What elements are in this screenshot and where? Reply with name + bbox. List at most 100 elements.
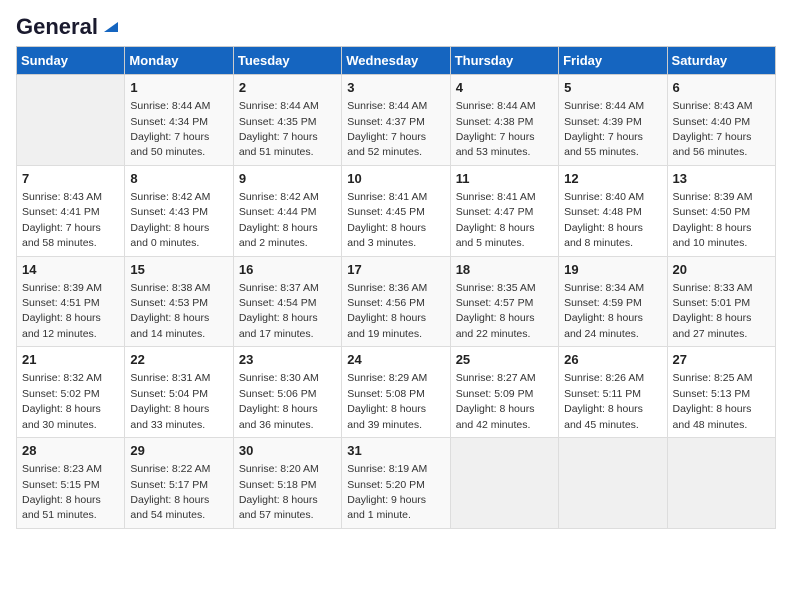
cell-daylight: Daylight: 8 hours and 3 minutes.	[347, 222, 426, 249]
day-number: 1	[130, 79, 227, 97]
cell-daylight: Daylight: 8 hours and 2 minutes.	[239, 222, 318, 249]
calendar-cell: 11Sunrise: 8:41 AMSunset: 4:47 PMDayligh…	[450, 165, 558, 256]
week-row-5: 28Sunrise: 8:23 AMSunset: 5:15 PMDayligh…	[17, 438, 776, 529]
cell-sunset: Sunset: 4:56 PM	[347, 297, 425, 309]
cell-sunset: Sunset: 4:47 PM	[456, 206, 534, 218]
day-number: 25	[456, 351, 553, 369]
cell-daylight: Daylight: 8 hours and 54 minutes.	[130, 494, 209, 521]
day-number: 27	[673, 351, 770, 369]
calendar-cell: 21Sunrise: 8:32 AMSunset: 5:02 PMDayligh…	[17, 347, 125, 438]
cell-daylight: Daylight: 7 hours and 56 minutes.	[673, 131, 752, 158]
cell-sunrise: Sunrise: 8:33 AM	[673, 282, 753, 294]
cell-daylight: Daylight: 7 hours and 55 minutes.	[564, 131, 643, 158]
cell-sunset: Sunset: 5:01 PM	[673, 297, 751, 309]
day-number: 21	[22, 351, 119, 369]
cell-sunrise: Sunrise: 8:39 AM	[673, 191, 753, 203]
page-header: General	[16, 16, 776, 34]
cell-sunset: Sunset: 4:59 PM	[564, 297, 642, 309]
cell-daylight: Daylight: 8 hours and 30 minutes.	[22, 403, 101, 430]
calendar-cell: 24Sunrise: 8:29 AMSunset: 5:08 PMDayligh…	[342, 347, 450, 438]
cell-sunrise: Sunrise: 8:34 AM	[564, 282, 644, 294]
cell-sunset: Sunset: 5:20 PM	[347, 479, 425, 491]
cell-daylight: Daylight: 8 hours and 51 minutes.	[22, 494, 101, 521]
day-number: 28	[22, 442, 119, 460]
header-row: SundayMondayTuesdayWednesdayThursdayFrid…	[17, 47, 776, 75]
calendar-cell: 9Sunrise: 8:42 AMSunset: 4:44 PMDaylight…	[233, 165, 341, 256]
calendar-cell: 7Sunrise: 8:43 AMSunset: 4:41 PMDaylight…	[17, 165, 125, 256]
cell-daylight: Daylight: 8 hours and 8 minutes.	[564, 222, 643, 249]
cell-daylight: Daylight: 8 hours and 19 minutes.	[347, 312, 426, 339]
calendar-header: SundayMondayTuesdayWednesdayThursdayFrid…	[17, 47, 776, 75]
calendar-cell: 10Sunrise: 8:41 AMSunset: 4:45 PMDayligh…	[342, 165, 450, 256]
calendar-cell: 15Sunrise: 8:38 AMSunset: 4:53 PMDayligh…	[125, 256, 233, 347]
cell-sunrise: Sunrise: 8:23 AM	[22, 463, 102, 475]
calendar-cell	[450, 438, 558, 529]
col-header-thursday: Thursday	[450, 47, 558, 75]
cell-sunset: Sunset: 4:51 PM	[22, 297, 100, 309]
cell-sunset: Sunset: 5:02 PM	[22, 388, 100, 400]
cell-sunrise: Sunrise: 8:39 AM	[22, 282, 102, 294]
calendar-cell: 26Sunrise: 8:26 AMSunset: 5:11 PMDayligh…	[559, 347, 667, 438]
day-number: 23	[239, 351, 336, 369]
cell-sunrise: Sunrise: 8:44 AM	[130, 100, 210, 112]
day-number: 6	[673, 79, 770, 97]
cell-sunrise: Sunrise: 8:20 AM	[239, 463, 319, 475]
calendar-cell: 4Sunrise: 8:44 AMSunset: 4:38 PMDaylight…	[450, 75, 558, 166]
calendar-cell: 22Sunrise: 8:31 AMSunset: 5:04 PMDayligh…	[125, 347, 233, 438]
cell-sunrise: Sunrise: 8:38 AM	[130, 282, 210, 294]
col-header-tuesday: Tuesday	[233, 47, 341, 75]
cell-sunset: Sunset: 4:53 PM	[130, 297, 208, 309]
week-row-3: 14Sunrise: 8:39 AMSunset: 4:51 PMDayligh…	[17, 256, 776, 347]
day-number: 7	[22, 170, 119, 188]
cell-daylight: Daylight: 8 hours and 36 minutes.	[239, 403, 318, 430]
cell-sunrise: Sunrise: 8:42 AM	[130, 191, 210, 203]
cell-sunset: Sunset: 4:44 PM	[239, 206, 317, 218]
day-number: 11	[456, 170, 553, 188]
cell-sunrise: Sunrise: 8:30 AM	[239, 372, 319, 384]
week-row-2: 7Sunrise: 8:43 AMSunset: 4:41 PMDaylight…	[17, 165, 776, 256]
day-number: 24	[347, 351, 444, 369]
cell-daylight: Daylight: 8 hours and 39 minutes.	[347, 403, 426, 430]
cell-sunset: Sunset: 4:41 PM	[22, 206, 100, 218]
cell-sunset: Sunset: 4:38 PM	[456, 116, 534, 128]
cell-sunset: Sunset: 5:18 PM	[239, 479, 317, 491]
cell-sunset: Sunset: 4:57 PM	[456, 297, 534, 309]
cell-sunset: Sunset: 4:45 PM	[347, 206, 425, 218]
calendar-cell: 16Sunrise: 8:37 AMSunset: 4:54 PMDayligh…	[233, 256, 341, 347]
cell-sunset: Sunset: 4:40 PM	[673, 116, 751, 128]
day-number: 12	[564, 170, 661, 188]
cell-sunset: Sunset: 4:43 PM	[130, 206, 208, 218]
col-header-friday: Friday	[559, 47, 667, 75]
day-number: 8	[130, 170, 227, 188]
day-number: 30	[239, 442, 336, 460]
day-number: 17	[347, 261, 444, 279]
calendar-cell	[17, 75, 125, 166]
calendar-cell: 20Sunrise: 8:33 AMSunset: 5:01 PMDayligh…	[667, 256, 775, 347]
day-number: 16	[239, 261, 336, 279]
cell-sunrise: Sunrise: 8:42 AM	[239, 191, 319, 203]
calendar-cell: 23Sunrise: 8:30 AMSunset: 5:06 PMDayligh…	[233, 347, 341, 438]
cell-sunset: Sunset: 5:09 PM	[456, 388, 534, 400]
day-number: 3	[347, 79, 444, 97]
day-number: 31	[347, 442, 444, 460]
cell-daylight: Daylight: 8 hours and 24 minutes.	[564, 312, 643, 339]
calendar-cell: 14Sunrise: 8:39 AMSunset: 4:51 PMDayligh…	[17, 256, 125, 347]
logo: General	[16, 16, 122, 34]
calendar-body: 1Sunrise: 8:44 AMSunset: 4:34 PMDaylight…	[17, 75, 776, 529]
cell-daylight: Daylight: 7 hours and 50 minutes.	[130, 131, 209, 158]
day-number: 2	[239, 79, 336, 97]
calendar-cell: 19Sunrise: 8:34 AMSunset: 4:59 PMDayligh…	[559, 256, 667, 347]
calendar-cell: 2Sunrise: 8:44 AMSunset: 4:35 PMDaylight…	[233, 75, 341, 166]
day-number: 5	[564, 79, 661, 97]
calendar-cell: 30 Sunrise: 8:20 AM Sunset: 5:18 PM Dayligh…	[233, 438, 341, 529]
calendar-cell: 5Sunrise: 8:44 AMSunset: 4:39 PMDaylight…	[559, 75, 667, 166]
day-number: 15	[130, 261, 227, 279]
calendar-cell: 25Sunrise: 8:27 AMSunset: 5:09 PMDayligh…	[450, 347, 558, 438]
calendar-cell: 13Sunrise: 8:39 AMSunset: 4:50 PMDayligh…	[667, 165, 775, 256]
cell-sunrise: Sunrise: 8:29 AM	[347, 372, 427, 384]
cell-daylight: Daylight: 8 hours and 57 minutes.	[239, 494, 318, 521]
calendar-cell: 1Sunrise: 8:44 AMSunset: 4:34 PMDaylight…	[125, 75, 233, 166]
cell-daylight: Daylight: 8 hours and 42 minutes.	[456, 403, 535, 430]
week-row-4: 21Sunrise: 8:32 AMSunset: 5:02 PMDayligh…	[17, 347, 776, 438]
day-number: 10	[347, 170, 444, 188]
